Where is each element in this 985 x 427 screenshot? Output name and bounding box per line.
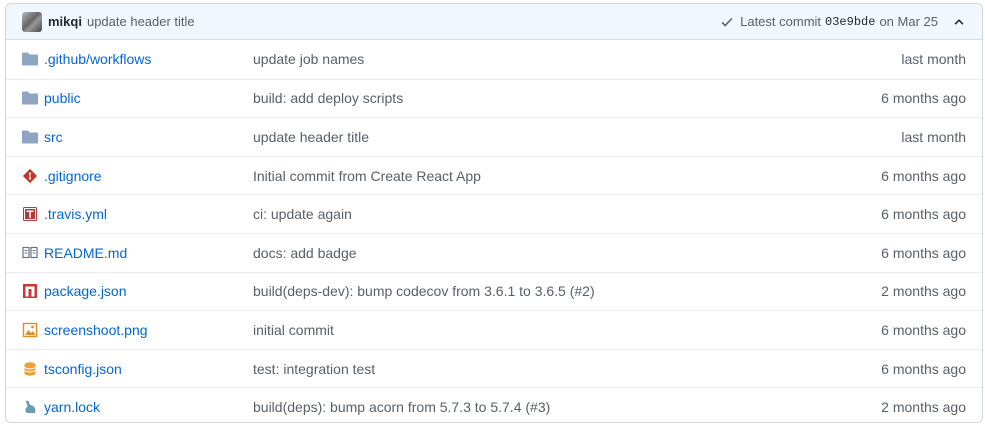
file-row[interactable]: tsconfig.json test: integration test 6 mon… — [6, 348, 982, 388]
file-name[interactable]: README.md — [44, 245, 127, 261]
file-list: .github/workflows update job names last mo… — [6, 40, 982, 422]
file-name-link[interactable]: src — [44, 129, 63, 145]
commit-age: 6 months ago — [881, 167, 966, 184]
commit-age: last month — [901, 128, 966, 145]
commit-message-link[interactable]: test: integration test — [253, 361, 375, 377]
file-row[interactable]: screenshoot.png initial commit 6 months ag… — [6, 310, 982, 349]
commit-author[interactable]: mikqi — [48, 14, 82, 29]
file-row[interactable]: .gitignore Initial commit from Create Rea… — [6, 155, 982, 195]
commit-message-link[interactable]: build: add deploy scripts — [253, 90, 403, 106]
file-name-link[interactable]: .github/workflows — [44, 51, 151, 67]
check-icon — [721, 17, 733, 27]
commit-age: 2 months ago — [881, 283, 966, 300]
travis-icon — [22, 206, 38, 222]
file-name[interactable]: screenshoot.png — [44, 322, 148, 338]
commit-date: on Mar 25 — [879, 14, 938, 29]
commit-age: 2 months ago — [881, 399, 966, 416]
file-name-prefix[interactable]: .github/ — [44, 51, 90, 67]
folder-icon — [22, 51, 38, 67]
file-name-link[interactable]: .gitignore — [44, 168, 102, 184]
file-name[interactable]: .gitignore — [44, 168, 102, 184]
latest-commit-label: Latest commit — [740, 14, 822, 29]
file-name[interactable]: .travis.yml — [44, 206, 107, 222]
file-name-link[interactable]: .travis.yml — [44, 206, 107, 222]
git-icon — [22, 168, 38, 184]
avatar[interactable] — [22, 11, 42, 32]
file-row[interactable]: .github/workflows update job names last mo… — [6, 40, 982, 79]
file-name[interactable]: public — [44, 90, 81, 106]
commit-message-link[interactable]: initial commit — [253, 322, 334, 338]
file-name-link[interactable]: package.json — [44, 283, 127, 299]
commit-age: 6 months ago — [881, 206, 966, 223]
file-name-link[interactable]: public — [44, 90, 81, 106]
commit-message-link[interactable]: docs: add badge — [253, 245, 357, 261]
file-browser: mikqi update header title Latest commit … — [5, 3, 983, 423]
chevron-up-icon[interactable] — [952, 15, 966, 29]
commit-message[interactable]: update header title — [87, 14, 195, 29]
commit-age: 6 months ago — [881, 360, 966, 377]
file-row[interactable]: .travis.yml ci: update again 6 months ago — [6, 194, 982, 233]
yarn-icon — [22, 399, 38, 415]
commit-message-link[interactable]: build(deps-dev): bump codecov from 3.6.1… — [253, 283, 595, 299]
file-name[interactable]: tsconfig.json — [44, 361, 122, 377]
file-row[interactable]: README.md docs: add badge 6 months ago — [6, 232, 982, 272]
file-name[interactable]: src — [44, 129, 63, 145]
commit-age: last month — [901, 51, 966, 68]
commit-message-link[interactable]: update header title — [253, 129, 369, 145]
file-name[interactable]: yarn.lock — [44, 399, 100, 415]
database-icon — [22, 361, 38, 377]
commit-age: 6 months ago — [881, 321, 966, 338]
book-icon — [22, 245, 38, 261]
file-name[interactable]: package.json — [44, 283, 127, 299]
commit-sha-link[interactable]: 03e9bde — [825, 15, 875, 29]
latest-commit-bar: mikqi update header title Latest commit … — [6, 4, 982, 40]
file-name-link[interactable]: README.md — [44, 245, 127, 261]
file-row[interactable]: yarn.lock build(deps): bump acorn from 5.… — [6, 387, 982, 422]
commit-age: 6 months ago — [881, 244, 966, 261]
commit-age: 6 months ago — [881, 90, 966, 107]
file-name-link[interactable]: screenshoot.png — [44, 322, 148, 338]
file-row[interactable]: package.json build(deps-dev): bump codeco… — [6, 271, 982, 311]
folder-icon — [22, 129, 38, 145]
file-row[interactable]: src update header title last month — [6, 117, 982, 156]
file-row[interactable]: public build: add deploy scripts 6 months … — [6, 78, 982, 118]
commit-message-link[interactable]: update job names — [253, 51, 364, 67]
commit-message-link[interactable]: Initial commit from Create React App — [253, 168, 481, 184]
folder-icon — [22, 90, 38, 106]
file-name[interactable]: workflows — [90, 51, 151, 67]
file-name-link[interactable]: yarn.lock — [44, 399, 100, 415]
file-name-link[interactable]: tsconfig.json — [44, 361, 122, 377]
commit-message-link[interactable]: build(deps): bump acorn from 5.7.3 to 5.… — [253, 399, 550, 415]
image-icon — [22, 322, 38, 338]
commit-message-link[interactable]: ci: update again — [253, 206, 352, 222]
npm-icon — [22, 283, 38, 299]
